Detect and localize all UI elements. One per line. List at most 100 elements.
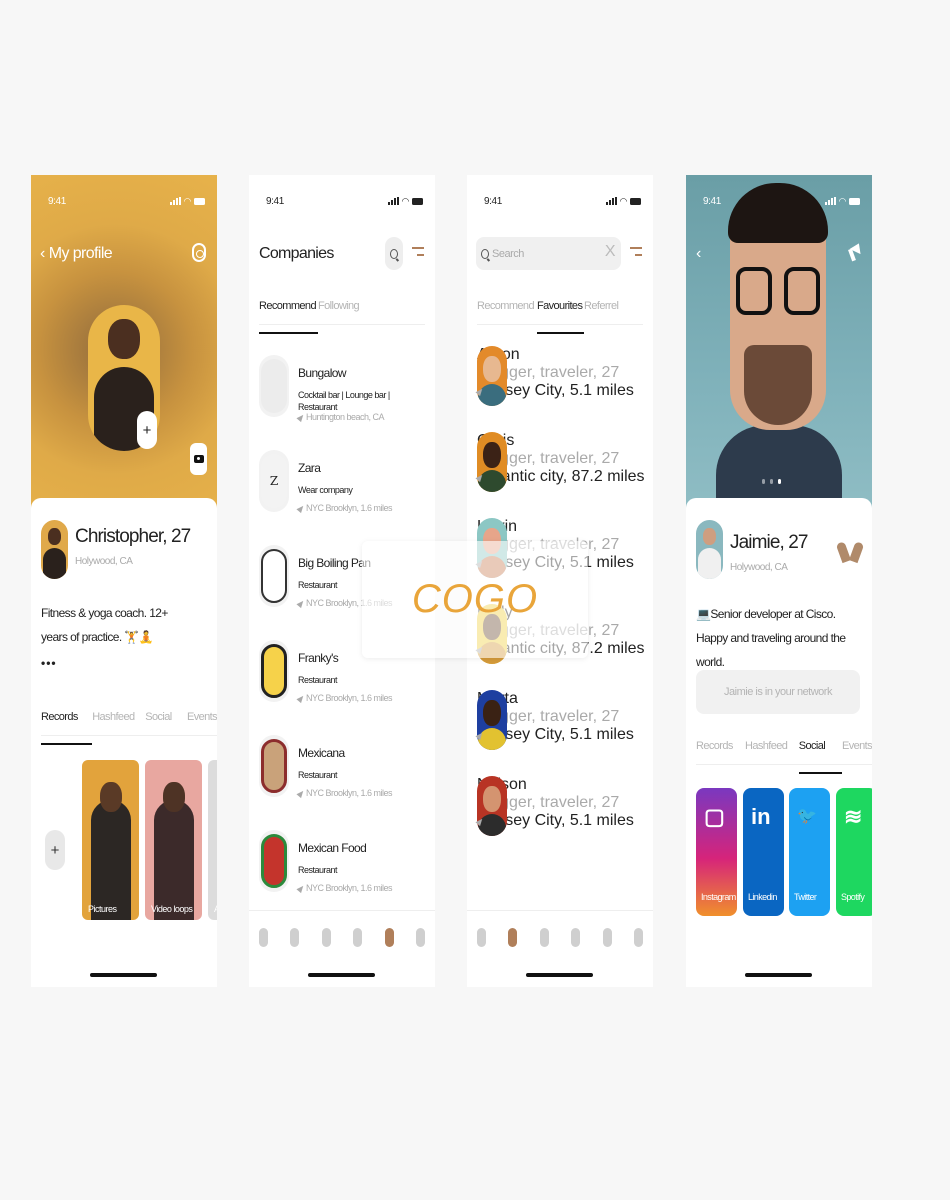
- social-label: Linkedin: [748, 892, 777, 902]
- target-icon[interactable]: [508, 928, 518, 947]
- profile-location: Holywood, CA: [75, 556, 133, 567]
- page-title: My profile: [48, 245, 113, 262]
- bungalow-logo: [259, 355, 289, 417]
- more-button[interactable]: •••: [41, 656, 57, 670]
- location-arrow-icon: [296, 693, 306, 703]
- battery-icon: [849, 197, 860, 205]
- company-name: Mexican Food: [298, 841, 367, 855]
- tab-records[interactable]: Records: [41, 711, 93, 745]
- clear-icon[interactable]: X: [605, 243, 616, 261]
- tile-video-loops[interactable]: Video loops: [145, 760, 202, 920]
- back-icon[interactable]: ‹: [696, 245, 701, 263]
- tab-hashfeed[interactable]: Hashfeed: [92, 711, 145, 735]
- tab-recommend[interactable]: Recommend: [259, 300, 318, 334]
- company-type: Wear company: [298, 485, 353, 495]
- instagram-icon: ▢: [704, 804, 725, 829]
- home-indicator: [308, 973, 375, 977]
- location-arrow-icon: [296, 883, 306, 893]
- tab-recommend[interactable]: Recommend: [477, 300, 537, 324]
- profile-bio: 💻Senior developer at Cisco. Happy and tr…: [696, 607, 846, 669]
- profile-name: Jaimie, 27: [730, 532, 809, 553]
- location-icon[interactable]: [633, 928, 643, 947]
- spotify-card[interactable]: ≋ Spotify: [836, 788, 872, 916]
- profile-bio: Fitness & yoga coach. 12+ years of pract…: [41, 606, 168, 644]
- target-icon[interactable]: [290, 928, 300, 947]
- list-item[interactable]: Marta Blogger, traveler, 27 Jersey City,…: [475, 690, 645, 776]
- search-icon: [390, 248, 398, 259]
- settings-icon[interactable]: [192, 243, 206, 262]
- instagram-card[interactable]: ▢ Instagram: [696, 788, 737, 916]
- photo-pager: [762, 479, 781, 484]
- status-time: 9:41: [48, 195, 66, 207]
- list-item[interactable]: Chris Blogger, traveler, 27 Atlantic cit…: [475, 432, 645, 518]
- page-title: Companies: [259, 245, 334, 262]
- avatar: [477, 432, 507, 492]
- list-item[interactable]: Aaron Blogger, traveler, 27 Jersey City,…: [475, 346, 645, 432]
- linkedin-card[interactable]: in Linkedin: [743, 788, 784, 916]
- cogo-wordmark: COGO: [412, 577, 538, 621]
- status-bar: 9:41 ◠: [484, 194, 641, 208]
- company-name: Franky's: [298, 651, 339, 665]
- status-time: 9:41: [484, 195, 502, 207]
- profile-tabs: Records Hashfeed Social Events: [696, 740, 872, 774]
- location-icon[interactable]: [415, 928, 425, 947]
- company-location: NYC Brooklyn, 1.6 miles: [296, 503, 393, 513]
- tab-social[interactable]: Social: [798, 740, 843, 774]
- tile-pictures[interactable]: Pictures: [82, 760, 139, 920]
- tab-social[interactable]: Social: [145, 711, 187, 735]
- tab-events[interactable]: Events: [842, 740, 872, 764]
- filter-icon[interactable]: [412, 247, 424, 261]
- tab-events[interactable]: Events: [187, 711, 217, 735]
- company-type: Restaurant: [298, 675, 338, 685]
- search-icon: [481, 248, 489, 259]
- status-bar: 9:41 ◠: [703, 194, 860, 208]
- tab-bar-divider: [249, 910, 435, 911]
- share-icon[interactable]: [848, 243, 862, 261]
- company-tabs: Recommend Following: [259, 300, 425, 334]
- heart-icon[interactable]: [321, 928, 331, 947]
- tile-audio[interactable]: A: [208, 760, 217, 920]
- frankys-logo: [259, 640, 289, 702]
- twitter-card[interactable]: 🐦 Twitter: [789, 788, 830, 916]
- back-icon[interactable]: ‹: [40, 245, 45, 263]
- list-item[interactable]: Z Zara Wear company NYC Brooklyn, 1.6 mi…: [259, 450, 427, 545]
- watermark-text: COGO: [412, 577, 538, 621]
- battery-icon: [412, 197, 423, 205]
- filter-icon[interactable]: [630, 247, 642, 261]
- list-item[interactable]: Nelson Blogger, traveler, 27 Jersey City…: [475, 776, 645, 862]
- home-indicator: [745, 973, 812, 977]
- tab-bar: [477, 928, 643, 947]
- network-status-button[interactable]: Jaimie is in your network: [696, 670, 860, 714]
- tab-following[interactable]: Following: [318, 300, 360, 324]
- add-photo-button[interactable]: +: [137, 411, 157, 449]
- profile-photo[interactable]: [686, 175, 872, 515]
- twitter-icon: 🐦: [797, 808, 817, 825]
- tab-hashfeed[interactable]: Hashfeed: [745, 740, 799, 764]
- search-placeholder: Search: [492, 247, 524, 260]
- money-icon[interactable]: [602, 928, 612, 947]
- home-icon[interactable]: [259, 928, 268, 947]
- wifi-icon: ◠: [619, 195, 628, 206]
- chat-icon[interactable]: [353, 928, 363, 947]
- profile-name: Christopher, 27: [75, 526, 191, 547]
- linkedin-icon: in: [751, 804, 771, 829]
- tab-bar-divider: [467, 910, 653, 911]
- list-item[interactable]: Mexicana Restaurant NYC Brooklyn, 1.6 mi…: [259, 735, 427, 830]
- profile-location: Holywood, CA: [730, 562, 788, 573]
- search-input[interactable]: Search X: [476, 237, 621, 270]
- camera-button[interactable]: [190, 443, 207, 475]
- home-icon[interactable]: [477, 928, 486, 947]
- add-record-button[interactable]: +: [45, 830, 65, 870]
- list-item[interactable]: Bungalow Cocktail bar | Lounge bar | Res…: [259, 355, 427, 450]
- signal-icon: [387, 197, 399, 205]
- heart-icon[interactable]: [842, 540, 858, 566]
- tab-records[interactable]: Records: [696, 740, 745, 764]
- chat-icon[interactable]: [571, 928, 581, 947]
- tab-referrel[interactable]: Referrel: [584, 300, 619, 324]
- money-icon[interactable]: [384, 928, 394, 947]
- company-location: NYC Brooklyn, 1.6 miles: [296, 693, 393, 703]
- search-button[interactable]: [385, 237, 403, 270]
- heart-icon[interactable]: [539, 928, 549, 947]
- company-name: Big Boiling Pan: [298, 556, 371, 570]
- tab-favourites[interactable]: Favourites: [537, 300, 584, 334]
